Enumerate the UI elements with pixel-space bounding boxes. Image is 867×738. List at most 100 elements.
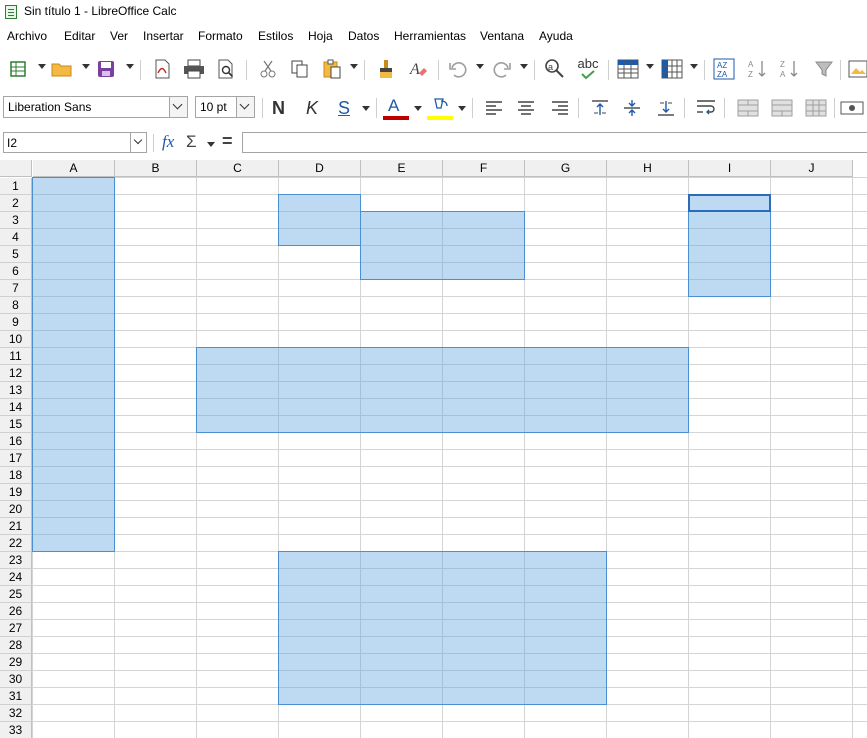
row-header-4[interactable]: 4 <box>0 229 32 246</box>
spreadsheet-grid[interactable]: ABCDEFGHIJ 1 2 3 4 5 6 7 8 9 10 11 12 13 14 15 16 17 18 19… <box>0 160 867 738</box>
menu-ventana[interactable]: Ventana <box>480 29 524 43</box>
formula-input[interactable] <box>242 132 867 153</box>
align-right-icon[interactable] <box>548 96 572 120</box>
clear-formatting-icon[interactable]: A <box>406 57 430 81</box>
find-replace-icon[interactable]: a <box>542 57 566 81</box>
row-header-8[interactable]: 8 <box>0 297 32 314</box>
column-header-d[interactable]: D <box>279 160 361 177</box>
chevron-down-icon[interactable] <box>236 97 254 117</box>
chevron-down-icon[interactable] <box>130 133 146 152</box>
chevron-down-icon[interactable] <box>520 64 528 69</box>
selected-range-a1-a22[interactable] <box>32 177 115 552</box>
row-header-9[interactable]: 9 <box>0 314 32 331</box>
underline-button[interactable]: S <box>338 96 350 120</box>
sort-ascending-icon[interactable]: AZ <box>746 57 770 81</box>
sum-icon[interactable]: Σ <box>186 132 197 152</box>
cut-icon[interactable] <box>256 57 280 81</box>
formula-icon[interactable]: = <box>222 131 233 152</box>
column-header-g[interactable]: G <box>525 160 607 177</box>
column-header-h[interactable]: H <box>607 160 689 177</box>
chevron-down-icon[interactable] <box>82 64 90 69</box>
redo-icon[interactable] <box>490 57 514 81</box>
wrap-text-icon[interactable] <box>694 96 718 120</box>
sort-descending-icon[interactable]: ZA <box>778 57 802 81</box>
chevron-down-icon[interactable] <box>126 64 134 69</box>
bold-button[interactable]: N <box>272 96 285 120</box>
chevron-down-icon[interactable] <box>458 106 466 111</box>
row-header-22[interactable]: 22 <box>0 535 32 552</box>
align-top-icon[interactable] <box>588 96 612 120</box>
function-wizard-icon[interactable]: fx <box>162 132 174 152</box>
save-icon[interactable] <box>94 57 118 81</box>
row-header-20[interactable]: 20 <box>0 501 32 518</box>
row-header-23[interactable]: 23 <box>0 552 32 569</box>
merge-center-icon[interactable] <box>770 96 794 120</box>
export-pdf-icon[interactable] <box>150 57 174 81</box>
copy-icon[interactable] <box>288 57 312 81</box>
row-header-11[interactable]: 11 <box>0 348 32 365</box>
row-header-32[interactable]: 32 <box>0 705 32 722</box>
menu-herramientas[interactable]: Herramientas <box>394 29 466 43</box>
row-header-3[interactable]: 3 <box>0 212 32 229</box>
clone-formatting-icon[interactable] <box>374 57 398 81</box>
column-icon[interactable] <box>660 57 684 81</box>
row-header-30[interactable]: 30 <box>0 671 32 688</box>
image-icon[interactable] <box>846 57 867 81</box>
paste-icon[interactable] <box>320 57 344 81</box>
chevron-down-icon[interactable] <box>362 106 370 111</box>
chevron-down-icon[interactable] <box>646 64 654 69</box>
column-header-e[interactable]: E <box>361 160 443 177</box>
row-header-13[interactable]: 13 <box>0 382 32 399</box>
row-header-14[interactable]: 14 <box>0 399 32 416</box>
name-box[interactable]: I2 <box>3 132 147 153</box>
row-header-33[interactable]: 33 <box>0 722 32 738</box>
column-header-b[interactable]: B <box>115 160 197 177</box>
menu-estilos[interactable]: Estilos <box>258 29 293 43</box>
menu-ayuda[interactable]: Ayuda <box>539 29 573 43</box>
row-header-18[interactable]: 18 <box>0 467 32 484</box>
spellcheck-icon[interactable]: abc <box>576 57 600 81</box>
column-header-c[interactable]: C <box>197 160 279 177</box>
row-header-28[interactable]: 28 <box>0 637 32 654</box>
font-size-combo[interactable]: 10 pt <box>195 96 255 118</box>
menu-datos[interactable]: Datos <box>348 29 379 43</box>
row-header-26[interactable]: 26 <box>0 603 32 620</box>
chevron-down-icon[interactable] <box>207 142 215 147</box>
chevron-down-icon[interactable] <box>476 64 484 69</box>
selected-range-c11-h15[interactable] <box>196 347 689 433</box>
active-cell-cursor[interactable] <box>688 194 771 212</box>
new-document-icon[interactable] <box>6 57 30 81</box>
chevron-down-icon[interactable] <box>414 106 422 111</box>
autofilter-icon[interactable] <box>812 57 836 81</box>
selected-range-d2-d4[interactable] <box>278 194 361 246</box>
unmerge-cells-icon[interactable] <box>804 96 828 120</box>
chevron-down-icon[interactable] <box>169 97 187 117</box>
row-header-19[interactable]: 19 <box>0 484 32 501</box>
align-center-icon[interactable] <box>514 96 538 120</box>
menu-formato[interactable]: Formato <box>198 29 243 43</box>
row-header-1[interactable]: 1 <box>0 178 32 195</box>
row-header-12[interactable]: 12 <box>0 365 32 382</box>
merge-cells-icon[interactable] <box>736 96 760 120</box>
align-left-icon[interactable] <box>482 96 506 120</box>
row-header-24[interactable]: 24 <box>0 569 32 586</box>
sort-icon[interactable]: AZ ZA <box>712 57 736 81</box>
row-icon[interactable] <box>616 57 640 81</box>
row-header-29[interactable]: 29 <box>0 654 32 671</box>
selected-range-e3-f6[interactable] <box>360 211 525 280</box>
row-header-17[interactable]: 17 <box>0 450 32 467</box>
row-header-5[interactable]: 5 <box>0 246 32 263</box>
row-header-15[interactable]: 15 <box>0 416 32 433</box>
column-header-j[interactable]: J <box>771 160 853 177</box>
column-header-a[interactable]: A <box>33 160 115 177</box>
row-header-25[interactable]: 25 <box>0 586 32 603</box>
currency-format-icon[interactable] <box>840 96 864 120</box>
row-header-21[interactable]: 21 <box>0 518 32 535</box>
row-header-27[interactable]: 27 <box>0 620 32 637</box>
selected-range-d23-g31[interactable] <box>278 551 607 705</box>
menu-archivo[interactable]: Archivo <box>7 29 47 43</box>
chevron-down-icon[interactable] <box>38 64 46 69</box>
row-header-2[interactable]: 2 <box>0 195 32 212</box>
chevron-down-icon[interactable] <box>350 64 358 69</box>
menu-editar[interactable]: Editar <box>64 29 95 43</box>
